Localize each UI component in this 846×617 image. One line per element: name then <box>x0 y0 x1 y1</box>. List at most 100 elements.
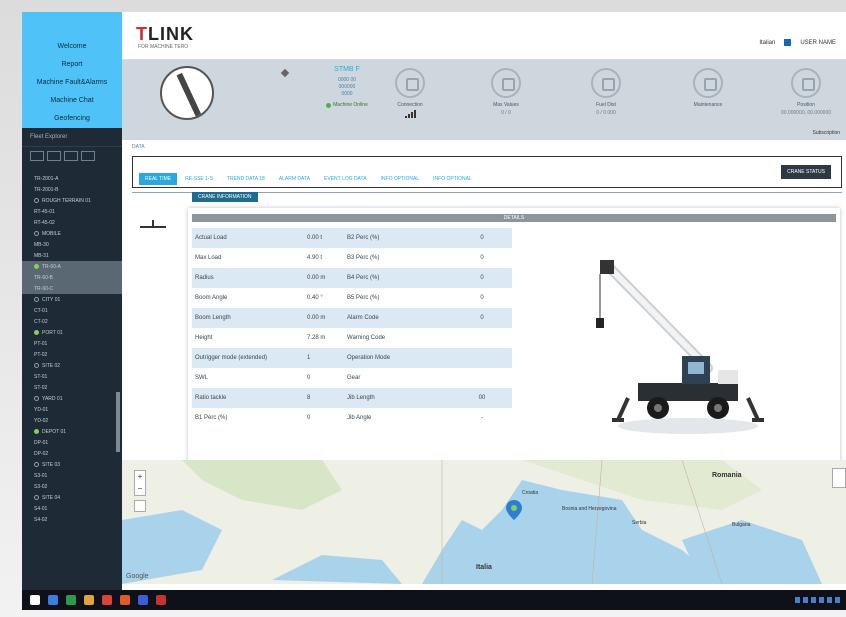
browser-icon[interactable] <box>102 595 112 605</box>
sidebar-tree-label: YARD 01 <box>42 395 63 402</box>
sidebar-menu: Welcome Report Machine Fault&Alarms Mach… <box>22 12 122 128</box>
sidebar-tree-item[interactable]: RT-45-02 <box>22 217 122 228</box>
sidebar-tree-item[interactable]: DP-01 <box>22 437 122 448</box>
sidebar-tree-item[interactable]: TR-60-B <box>22 272 122 283</box>
kpi-fuel[interactable]: Fuel Dist 0 / 0 000 <box>566 68 646 116</box>
field-value <box>452 328 512 348</box>
language-select[interactable]: Italian <box>759 40 775 46</box>
tab-re-sse[interactable]: RE-SSE 1-S <box>179 173 219 185</box>
kpi-position[interactable]: Position 00.000000, 00.000000 <box>766 68 846 116</box>
sidebar-link-report[interactable]: Report <box>22 56 122 74</box>
field-value: 00 <box>452 388 512 408</box>
search-icon[interactable] <box>48 595 58 605</box>
sidebar-scrollbar[interactable] <box>116 392 120 452</box>
field-label: Radius <box>192 268 304 288</box>
tabs-panel: REAL TIME RE-SSE 1-S TREND DATA 18 ALARM… <box>132 156 842 188</box>
table-row: Actual Load 0.00 t B2 Perc (%) 0 <box>192 228 512 248</box>
sidebar-tree-item[interactable]: CT-02 <box>22 316 122 327</box>
tray-icon[interactable] <box>803 597 808 603</box>
expand-icon[interactable] <box>30 151 44 161</box>
kpi-max-values[interactable]: Max Values 0 / 0 <box>466 68 546 116</box>
field-value <box>452 368 512 388</box>
sidebar-tree-item[interactable]: TR-60-C <box>22 283 122 294</box>
sidebar-tree-item[interactable]: ST-01 <box>22 371 122 382</box>
sidebar-tree-item[interactable]: PT-02 <box>22 349 122 360</box>
machine-marker-icon[interactable] <box>506 500 522 520</box>
crane-status-button[interactable]: CRANE STATUS <box>781 165 831 179</box>
subscription-link[interactable]: Subscription <box>812 130 840 136</box>
sidebar-tree-item[interactable]: PT-01 <box>22 338 122 349</box>
table-row: Outrigger mode (extended) 1 Operation Mode <box>192 348 512 368</box>
sidebar-tree-item[interactable]: CITY 01 <box>22 294 122 305</box>
field-value <box>452 348 512 368</box>
sidebar-tree-item[interactable]: PORT 01 <box>22 327 122 338</box>
field-value: - <box>481 415 483 421</box>
sidebar-tree-item[interactable]: ST-02 <box>22 382 122 393</box>
sidebar-tree-label: RT-45-01 <box>34 208 55 215</box>
map-layers-icon[interactable] <box>134 500 146 512</box>
sidebar-tree-item[interactable]: YARD 01 <box>22 393 122 404</box>
sidebar-link-welcome[interactable]: Welcome <box>22 38 122 56</box>
sidebar-tree-item[interactable]: S3-01 <box>22 470 122 481</box>
tab-event-log[interactable]: EVENT LOG DATA <box>318 173 373 185</box>
app-icon[interactable] <box>66 595 76 605</box>
app-icon[interactable] <box>138 595 148 605</box>
folder-icon[interactable] <box>84 595 94 605</box>
sidebar-tree-item[interactable]: S3-02 <box>22 481 122 492</box>
sidebar-tree-item[interactable]: DEPOT 01 <box>22 426 122 437</box>
filter-icon[interactable] <box>64 151 78 161</box>
sidebar-tree-item[interactable]: MOBILE <box>22 228 122 239</box>
gauge-icon <box>491 68 521 98</box>
sidebar-tree-item[interactable]: ROUGH TERRAIN 01 <box>22 195 122 206</box>
sidebar-tree-item[interactable]: SITE 03 <box>22 459 122 470</box>
tray-icon[interactable] <box>827 597 832 603</box>
sidebar-tree-item[interactable]: TR-60-A <box>22 261 122 272</box>
kpi-connection[interactable]: Connection <box>370 68 450 118</box>
sidebar-tree-item[interactable]: MB-30 <box>22 239 122 250</box>
sidebar-link-geofencing[interactable]: Geofencing <box>22 110 122 128</box>
pin-icon[interactable] <box>280 68 290 78</box>
tray-icon[interactable] <box>835 597 840 603</box>
table-row: B1 Perc (%) 0 Jib Angle - <box>192 408 512 428</box>
tab-trend-data[interactable]: TREND DATA 18 <box>221 173 271 185</box>
tray-icon[interactable] <box>819 597 824 603</box>
crane-illustration <box>596 260 764 434</box>
sidebar-tree-item[interactable]: MB-31 <box>22 250 122 261</box>
flag-icon[interactable] <box>783 38 793 47</box>
app-icon[interactable] <box>120 595 130 605</box>
tray-icon[interactable] <box>795 597 800 603</box>
refresh-icon[interactable] <box>81 151 95 161</box>
tab-info-optional-2[interactable]: INFO OPTIONAL <box>427 173 478 185</box>
sidebar-link-faults-alarms[interactable]: Machine Fault&Alarms <box>22 74 122 92</box>
sidebar-tree-item[interactable]: TR-2001-A <box>22 173 122 184</box>
kpi-maintenance[interactable]: Maintenance <box>668 68 748 108</box>
sidebar-tree-item[interactable]: YD-02 <box>22 415 122 426</box>
sidebar-tree-item[interactable]: YD-01 <box>22 404 122 415</box>
map-zoom-control[interactable]: + − <box>134 470 146 496</box>
tab-info-optional[interactable]: INFO OPTIONAL <box>375 173 426 185</box>
sidebar-tree-item[interactable]: CT-01 <box>22 305 122 316</box>
sidebar-tree-item[interactable]: RT-45-01 <box>22 206 122 217</box>
map-fullscreen-icon[interactable] <box>832 468 846 488</box>
sidebar-link-machine-chat[interactable]: Machine Chat <box>22 92 122 110</box>
start-icon[interactable] <box>30 595 40 605</box>
user-menu[interactable]: USER NAME <box>800 40 836 46</box>
breadcrumb[interactable]: DATA <box>132 144 145 150</box>
machine-map[interactable]: Romania Italia Croatia Bosnia and Herzeg… <box>122 460 846 584</box>
collapse-icon[interactable] <box>47 151 61 161</box>
details-panel: DETAILS Actual Load 0.00 t B2 Perc (%) 0 Max… <box>188 208 840 464</box>
sidebar-tree-item[interactable]: SITE 02 <box>22 360 122 371</box>
sidebar-tree-item[interactable]: DP-02 <box>22 448 122 459</box>
sidebar-tree-item[interactable]: SITE 04 <box>22 492 122 503</box>
sidebar-tree-item[interactable]: TR-2001-B <box>22 184 122 195</box>
sidebar-tree-label: S3-02 <box>34 483 48 490</box>
field-value: 0 <box>452 228 512 248</box>
tab-alarm-data[interactable]: ALARM DATA <box>273 173 316 185</box>
sidebar-tree-item[interactable]: S4-02 <box>22 514 122 525</box>
subtab-crane-info[interactable]: CRANE INFORMATION <box>192 192 258 202</box>
tab-real-time[interactable]: REAL TIME <box>139 173 178 185</box>
app-icon[interactable] <box>156 595 166 605</box>
tray-icon[interactable] <box>811 597 816 603</box>
tlink-logo: TLINK <box>136 24 194 45</box>
sidebar-tree-item[interactable]: S4-01 <box>22 503 122 514</box>
